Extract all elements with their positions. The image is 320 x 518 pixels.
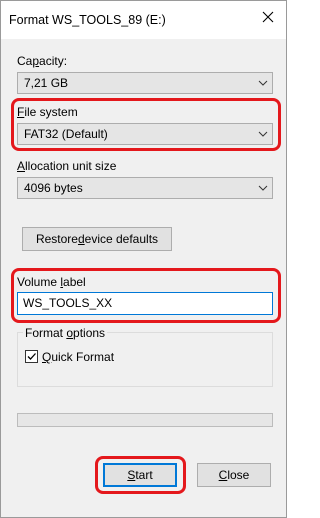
start-button[interactable]: Start (103, 463, 177, 487)
close-button[interactable]: Close (197, 463, 271, 487)
chevron-down-icon (258, 185, 268, 191)
quick-format-checkbox[interactable] (25, 350, 38, 363)
title-bar: Format WS_TOOLS_89 (E:) (1, 1, 286, 39)
allocation-unit-value: 4096 bytes (24, 181, 83, 195)
volume-label-label: Volume label (17, 275, 86, 289)
restore-defaults-button[interactable]: Restore d evice defaults (22, 227, 172, 251)
capacity-select[interactable]: 7,21 GB (17, 72, 273, 94)
format-progress-bar (17, 413, 273, 427)
close-window-button[interactable] (250, 1, 286, 33)
window-title: Format WS_TOOLS_89 (E:) (9, 13, 166, 27)
file-system-select[interactable]: FAT32 (Default) (17, 123, 273, 145)
volume-label-input[interactable] (23, 296, 263, 310)
chevron-down-icon (258, 80, 268, 86)
allocation-unit-label: Allocation unit size (17, 159, 117, 173)
volume-label-field[interactable] (17, 292, 273, 315)
chevron-down-icon (258, 131, 268, 137)
capacity-value: 7,21 GB (24, 76, 69, 90)
file-system-value: FAT32 (Default) (24, 127, 108, 141)
quick-format-label[interactable]: Quick Format (42, 350, 114, 364)
format-options-legend: Format options (23, 326, 108, 340)
capacity-label: Capacity: (17, 54, 68, 68)
checkmark-icon (27, 353, 36, 360)
file-system-label: File system (17, 105, 78, 119)
close-icon (262, 11, 274, 23)
format-dialog: Format WS_TOOLS_89 (E:) Capacity: 7,21 G… (0, 0, 287, 518)
allocation-unit-select[interactable]: 4096 bytes (17, 177, 273, 199)
